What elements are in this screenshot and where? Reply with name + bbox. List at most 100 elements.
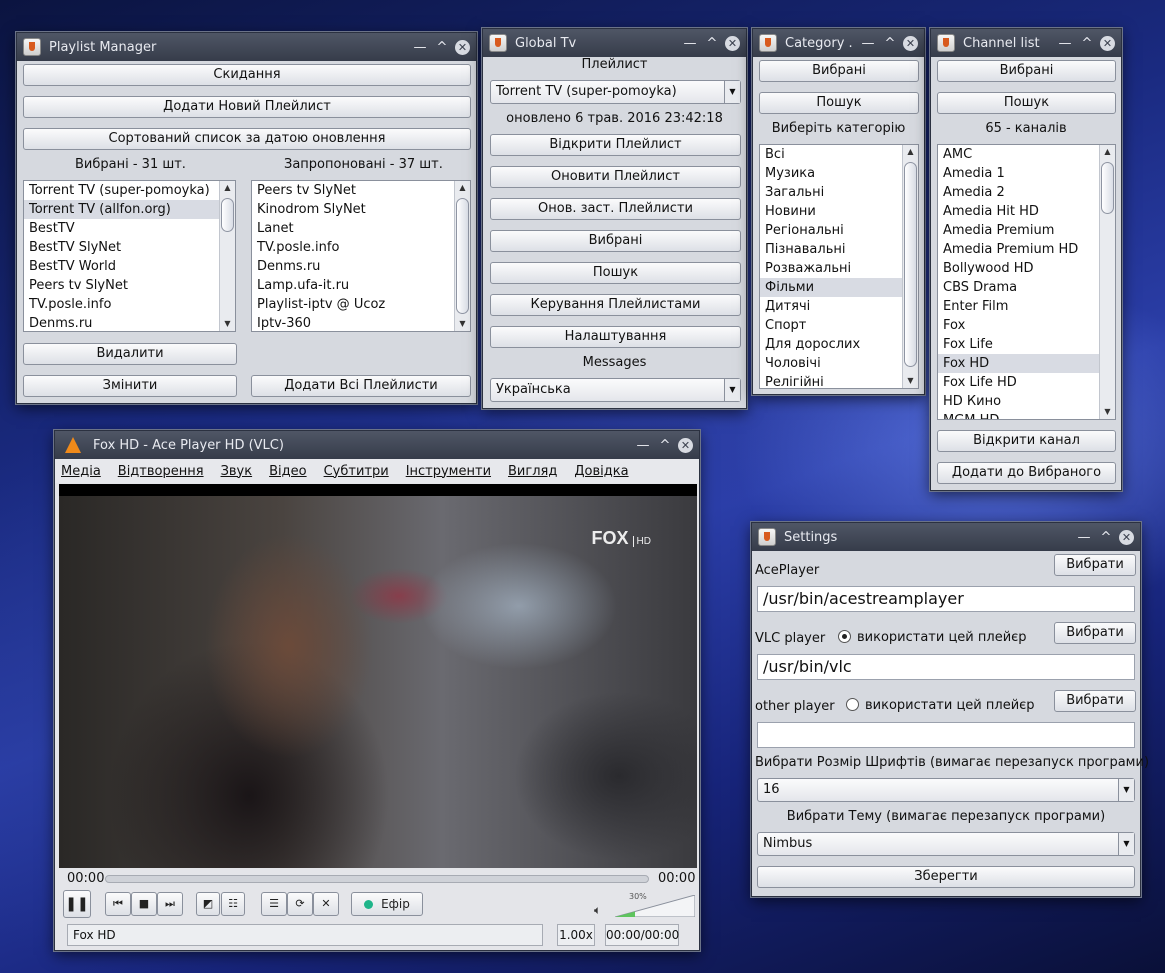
- list-item[interactable]: Playlist-iptv @ Ucoz: [252, 295, 470, 314]
- scroll-up-icon[interactable]: ▲: [1100, 145, 1115, 159]
- add-to-favorites-button[interactable]: Додати до Вибраного: [937, 462, 1116, 484]
- list-item[interactable]: Amedia 1: [938, 164, 1115, 183]
- fullscreen-icon[interactable]: ◩: [196, 892, 220, 916]
- video-frame[interactable]: FOX HD: [59, 484, 697, 868]
- menu-help[interactable]: Довідка: [574, 464, 628, 479]
- list-item[interactable]: Пізнавальні: [760, 240, 918, 259]
- maximize-icon[interactable]: ^: [1099, 530, 1113, 545]
- vlc-path-input[interactable]: /usr/bin/vlc: [757, 654, 1135, 680]
- title-bar[interactable]: Playlist Manager — ^ ✕: [17, 33, 476, 61]
- search-button[interactable]: Пошук: [490, 262, 741, 284]
- list-item[interactable]: Peers tv SlyNet: [252, 181, 470, 200]
- aceplayer-path-input[interactable]: /usr/bin/acestreamplayer: [757, 586, 1135, 612]
- suggested-list[interactable]: Peers tv SlyNet Kinodrom SlyNet Lanet TV…: [251, 180, 471, 332]
- list-item[interactable]: Amedia Premium HD: [938, 240, 1115, 259]
- scroll-thumb[interactable]: [1101, 162, 1114, 214]
- search-button[interactable]: Пошук: [759, 92, 919, 114]
- scroll-up-icon[interactable]: ▲: [220, 181, 235, 195]
- maximize-icon[interactable]: ^: [658, 438, 672, 453]
- menu-audio[interactable]: Звук: [221, 464, 253, 479]
- minimize-icon[interactable]: —: [683, 36, 697, 51]
- list-item[interactable]: MGM HD: [938, 411, 1115, 419]
- other-path-input[interactable]: [757, 722, 1135, 748]
- time-field[interactable]: 00:00/00:00: [605, 924, 679, 946]
- loop-icon[interactable]: ⟳: [287, 892, 313, 916]
- next-icon[interactable]: ⏭: [157, 892, 183, 916]
- minimize-icon[interactable]: —: [1077, 530, 1091, 545]
- minimize-icon[interactable]: —: [1058, 36, 1072, 51]
- title-bar[interactable]: Channel list — ^ ✕: [931, 29, 1121, 57]
- close-icon[interactable]: ✕: [903, 35, 918, 51]
- radio-empty-icon[interactable]: [846, 698, 859, 711]
- title-bar[interactable]: Fox HD - Ace Player HD (VLC) — ^ ✕: [55, 431, 699, 459]
- extended-settings-icon[interactable]: ☷: [221, 892, 245, 916]
- list-item[interactable]: Denms.ru: [24, 314, 235, 331]
- list-item[interactable]: Fox Life HD: [938, 373, 1115, 392]
- save-button[interactable]: Зберегти: [757, 866, 1135, 888]
- list-item[interactable]: TV.posle.info: [252, 238, 470, 257]
- scroll-thumb[interactable]: [221, 198, 234, 232]
- speaker-icon[interactable]: 🔈︎: [594, 903, 601, 918]
- category-list[interactable]: Всі Музика Загальні Новини Регіональні П…: [759, 144, 919, 389]
- radio-selected-icon[interactable]: [838, 630, 851, 643]
- list-item[interactable]: Для дорослих: [760, 335, 918, 354]
- stop-icon[interactable]: ■: [131, 892, 157, 916]
- shuffle-icon[interactable]: ✕: [313, 892, 339, 916]
- list-item[interactable]: Lanet: [252, 219, 470, 238]
- open-channel-button[interactable]: Відкрити канал: [937, 430, 1116, 452]
- manage-playlists-button[interactable]: Керування Плейлистами: [490, 294, 741, 316]
- list-item[interactable]: Peers tv SlyNet: [24, 276, 235, 295]
- close-icon[interactable]: ✕: [725, 35, 740, 51]
- list-item[interactable]: Новини: [760, 202, 918, 221]
- pause-button[interactable]: ❚❚: [63, 890, 91, 918]
- choose-aceplayer-button[interactable]: Вибрати: [1054, 554, 1136, 576]
- font-size-select[interactable]: 16 ▼: [757, 778, 1135, 802]
- list-item[interactable]: Amedia 2: [938, 183, 1115, 202]
- title-bar[interactable]: Global Tv — ^ ✕: [483, 29, 746, 57]
- add-new-playlist-button[interactable]: Додати Новий Плейлист: [23, 96, 471, 118]
- menu-playback[interactable]: Відтворення: [118, 464, 204, 479]
- search-button[interactable]: Пошук: [937, 92, 1116, 114]
- chevron-down-icon[interactable]: ▼: [1118, 833, 1134, 855]
- list-item[interactable]: Релігійні: [760, 373, 918, 388]
- favorites-list[interactable]: Torrent TV (super-pomoyka) Torrent TV (a…: [23, 180, 236, 332]
- list-item[interactable]: Fox Life: [938, 335, 1115, 354]
- scroll-thumb[interactable]: [904, 162, 917, 367]
- list-item[interactable]: Розважальні: [760, 259, 918, 278]
- menu-view[interactable]: Вигляд: [508, 464, 557, 479]
- add-all-playlists-button[interactable]: Додати Всі Плейлисти: [251, 375, 471, 397]
- list-item[interactable]: Kinodrom SlyNet: [252, 200, 470, 219]
- title-bar[interactable]: Category ... — ^ ✕: [753, 29, 924, 57]
- list-item[interactable]: Enter Film: [938, 297, 1115, 316]
- scroll-thumb[interactable]: [456, 198, 469, 314]
- maximize-icon[interactable]: ^: [705, 36, 719, 51]
- choose-vlc-button[interactable]: Вибрати: [1054, 622, 1136, 644]
- chevron-down-icon[interactable]: ▼: [724, 81, 740, 103]
- choose-other-button[interactable]: Вибрати: [1054, 690, 1136, 712]
- list-item[interactable]: Дитячі: [760, 297, 918, 316]
- list-item[interactable]: Fox: [938, 316, 1115, 335]
- list-item[interactable]: Torrent TV (allfon.org): [24, 200, 235, 219]
- list-item[interactable]: Загальні: [760, 183, 918, 202]
- title-bar[interactable]: Settings — ^ ✕: [752, 523, 1140, 551]
- scrollbar[interactable]: ▲ ▼: [902, 145, 918, 388]
- chevron-down-icon[interactable]: ▼: [1118, 779, 1134, 801]
- scrollbar[interactable]: ▲ ▼: [1099, 145, 1115, 419]
- maximize-icon[interactable]: ^: [435, 40, 449, 55]
- list-item[interactable]: Регіональні: [760, 221, 918, 240]
- list-item[interactable]: CBS Drama: [938, 278, 1115, 297]
- list-item[interactable]: HD Кино: [938, 392, 1115, 411]
- list-item[interactable]: BestTV: [24, 219, 235, 238]
- maximize-icon[interactable]: ^: [1080, 36, 1094, 51]
- scroll-down-icon[interactable]: ▼: [1100, 405, 1115, 419]
- scrollbar[interactable]: ▲ ▼: [219, 181, 235, 331]
- refresh-old-playlists-button[interactable]: Онов. заст. Плейлисти: [490, 198, 741, 220]
- other-use-radio[interactable]: використати цей плейєр: [846, 698, 1035, 713]
- list-item[interactable]: BestTV World: [24, 257, 235, 276]
- menu-subtitles[interactable]: Субтитри: [324, 464, 389, 479]
- list-item[interactable]: Музика: [760, 164, 918, 183]
- list-item[interactable]: Amedia Hit HD: [938, 202, 1115, 221]
- scroll-up-icon[interactable]: ▲: [903, 145, 918, 159]
- list-item[interactable]: Lamp.ufa-it.ru: [252, 276, 470, 295]
- list-item[interactable]: Чоловічі: [760, 354, 918, 373]
